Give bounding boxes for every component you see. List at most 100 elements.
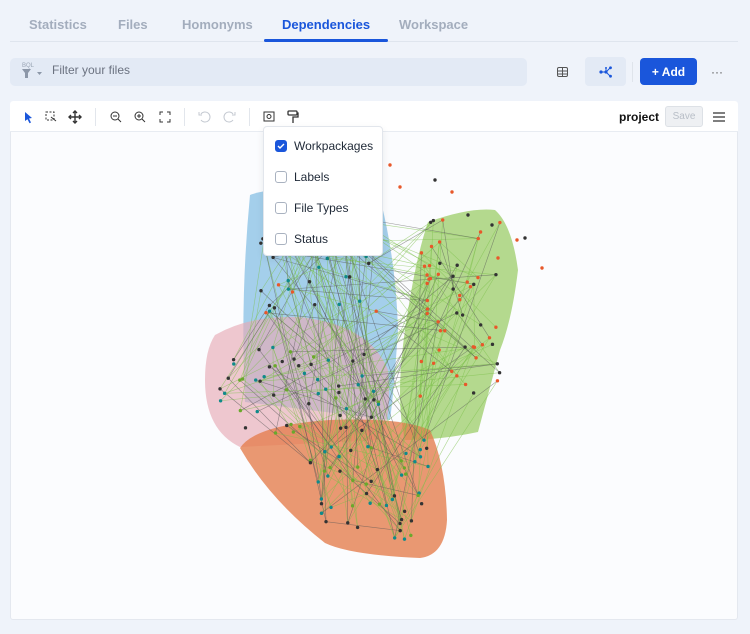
graph-node[interactable]: [307, 402, 311, 406]
graph-node[interactable]: [463, 345, 467, 349]
graph-node[interactable]: [231, 357, 236, 362]
save-button[interactable]: Save: [665, 106, 703, 127]
graph-node[interactable]: [350, 504, 355, 508]
graph-node[interactable]: [390, 497, 395, 502]
graph-node[interactable]: [404, 451, 408, 456]
graph-node[interactable]: [298, 424, 302, 429]
graph-node[interactable]: [346, 521, 350, 525]
graph-node[interactable]: [324, 519, 328, 524]
paint-roller-icon[interactable]: [287, 110, 299, 123]
graph-node[interactable]: [254, 378, 258, 382]
graph-node[interactable]: [451, 274, 455, 278]
graph-node[interactable]: [232, 362, 236, 366]
graph-node[interactable]: [419, 251, 424, 255]
graph-node[interactable]: [392, 536, 397, 540]
graph-node[interactable]: [337, 390, 341, 395]
graph-node[interactable]: [494, 325, 498, 329]
graph-node[interactable]: [319, 501, 324, 506]
graph-node[interactable]: [426, 464, 430, 469]
graph-node[interactable]: [317, 265, 321, 269]
graph-node[interactable]: [409, 533, 413, 538]
graph-node[interactable]: [458, 293, 462, 298]
graph-node[interactable]: [292, 357, 296, 361]
graph-node[interactable]: [240, 377, 245, 381]
graph-node[interactable]: [523, 236, 527, 240]
graph-node[interactable]: [374, 309, 378, 313]
graph-node[interactable]: [399, 517, 404, 522]
graph-node[interactable]: [403, 472, 408, 476]
graph-node[interactable]: [271, 345, 275, 350]
graph-node[interactable]: [351, 478, 355, 483]
graph-node[interactable]: [267, 365, 272, 369]
graph-node[interactable]: [398, 521, 402, 526]
graph-node[interactable]: [377, 502, 382, 506]
graph-node[interactable]: [490, 223, 494, 227]
graph-node[interactable]: [494, 272, 498, 277]
fit-view-icon[interactable]: [159, 111, 171, 123]
graph-node[interactable]: [399, 473, 404, 477]
graph-node[interactable]: [273, 364, 277, 368]
graph-node[interactable]: [267, 303, 272, 308]
graph-node[interactable]: [498, 220, 502, 225]
graph-node[interactable]: [334, 396, 338, 400]
box-select-icon[interactable]: [45, 111, 57, 122]
graph-node[interactable]: [369, 415, 374, 419]
dependency-graph[interactable]: [0, 0, 750, 634]
graph-node[interactable]: [356, 465, 360, 469]
graph-node[interactable]: [398, 185, 402, 189]
graph-node[interactable]: [315, 377, 320, 382]
graph-node[interactable]: [338, 413, 342, 418]
graph-node[interactable]: [368, 501, 372, 505]
graph-node[interactable]: [418, 455, 423, 459]
graph-node[interactable]: [360, 428, 364, 433]
graph-node[interactable]: [307, 280, 312, 284]
graph-node[interactable]: [425, 307, 430, 311]
graph-node[interactable]: [450, 190, 454, 194]
graph-node[interactable]: [419, 359, 424, 364]
graph-node[interactable]: [273, 431, 278, 435]
graph-node[interactable]: [367, 261, 371, 266]
graph-node[interactable]: [495, 362, 499, 366]
graph-node[interactable]: [450, 369, 454, 374]
graph-node[interactable]: [222, 391, 227, 396]
graph-node[interactable]: [319, 497, 324, 501]
graph-node[interactable]: [363, 397, 367, 401]
graph-node[interactable]: [402, 466, 407, 470]
graph-node[interactable]: [326, 474, 330, 478]
graph-node[interactable]: [438, 329, 443, 333]
graph-node[interactable]: [226, 376, 230, 380]
graph-node[interactable]: [259, 289, 263, 293]
graph-node[interactable]: [338, 469, 342, 473]
checkbox[interactable]: [275, 233, 287, 245]
graph-node[interactable]: [297, 363, 301, 368]
option-workpackages[interactable]: Workpackages: [275, 139, 373, 153]
graph-node[interactable]: [308, 461, 313, 465]
graph-node[interactable]: [329, 445, 333, 449]
graph-node[interactable]: [257, 347, 261, 352]
graph-node[interactable]: [349, 448, 353, 453]
graph-node[interactable]: [476, 275, 480, 280]
graph-node[interactable]: [431, 361, 436, 365]
graph-node[interactable]: [398, 528, 402, 533]
graph-node[interactable]: [337, 454, 341, 459]
graph-node[interactable]: [474, 356, 478, 360]
graph-node[interactable]: [286, 278, 290, 283]
checkbox[interactable]: [275, 171, 287, 183]
graph-node[interactable]: [285, 423, 289, 428]
graph-node[interactable]: [366, 444, 370, 449]
graph-node[interactable]: [376, 402, 381, 406]
graph-node[interactable]: [433, 178, 437, 182]
graph-node[interactable]: [272, 306, 277, 310]
graph-node[interactable]: [329, 505, 333, 510]
graph-node[interactable]: [496, 256, 500, 260]
graph-node[interactable]: [284, 388, 289, 392]
graph-node[interactable]: [316, 391, 320, 396]
graph-node[interactable]: [455, 263, 459, 267]
graph-node[interactable]: [267, 309, 272, 313]
graph-node[interactable]: [540, 266, 544, 270]
graph-node[interactable]: [478, 230, 483, 234]
graph-node[interactable]: [290, 290, 295, 294]
graph-node[interactable]: [288, 350, 293, 354]
graph-node[interactable]: [344, 275, 348, 279]
graph-node[interactable]: [428, 220, 433, 224]
